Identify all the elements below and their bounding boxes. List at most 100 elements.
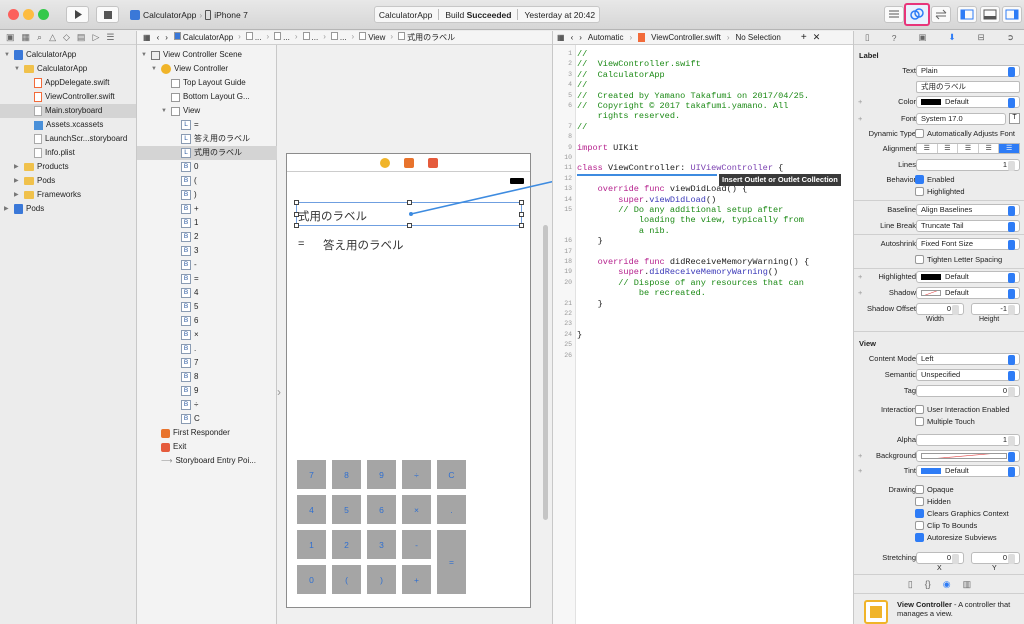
code-snippet-icon[interactable]: {} [925,579,931,589]
code-line[interactable]: be recreated. [577,288,706,298]
outline-item[interactable]: B ÷ [137,398,277,412]
assistant-mode[interactable]: Automatic [588,33,624,42]
resize-handle[interactable] [294,212,299,217]
content-mode-popup[interactable]: Left [916,353,1020,365]
highlighted-checkbox[interactable] [915,187,924,196]
outline-item[interactable]: L 答え用のラベル [137,132,277,146]
stop-button[interactable] [96,6,119,23]
media-library-icon[interactable]: ▥ [963,579,972,590]
outline-item[interactable]: B0 [137,160,277,174]
breadcrumb-item[interactable]: View [359,32,385,43]
semantic-popup[interactable]: Unspecified [916,369,1020,381]
enabled-checkbox[interactable] [915,175,924,184]
outline-item[interactable]: B9 [137,384,277,398]
breadcrumb-item[interactable]: ... [245,32,262,43]
font-picker-icon[interactable]: T [1009,113,1020,124]
outline-item[interactable]: B = [137,272,277,286]
canvas-scrollbar[interactable] [543,225,548,520]
breadcrumb-item[interactable]: CalculatorApp [173,32,233,43]
highlighted-color-popup[interactable]: Default [916,271,1020,283]
size-inspector-icon[interactable]: ⊟ [978,32,985,43]
breadcrumb[interactable]: CalculatorApp ›... ›... ›... ›... › View › 式用のラベ… [173,32,455,43]
equals-label[interactable]: = [298,238,304,250]
answer-label[interactable]: 答え用のラベル [323,237,404,253]
breadcrumb-item[interactable]: ... [302,32,318,43]
file-inspector-icon[interactable]: ▯ [865,32,870,43]
breadcrumb-item[interactable]: ... [330,32,347,43]
code-line[interactable]: } [577,299,603,309]
quick-help-icon[interactable]: ? [892,33,897,43]
navigator-item[interactable]: ViewController.swift [0,90,136,104]
navigator-item[interactable]: ▶ Pods [0,202,136,216]
stretching-y-field[interactable]: 0 [971,552,1020,564]
shadow-offset-width[interactable]: 0 [916,303,964,315]
disclosure-icon[interactable]: ▶ [14,188,21,202]
related-items-icon[interactable]: ▦ [143,33,151,42]
alpha-field[interactable]: 1 [916,434,1020,446]
code-line[interactable]: super.didReceiveMemoryWarning() [577,267,778,277]
navigator-item[interactable]: AppDelegate.swift [0,76,136,90]
back-icon[interactable]: ‹ [571,33,574,42]
warning-icon[interactable]: △ [49,32,56,43]
outline-item[interactable]: B2 [137,230,277,244]
keypad-button[interactable]: 6 [367,495,396,524]
view-controller-scene[interactable]: 式用のラベル = 答え用のラベル 7 8 9 ÷ C 4 5 6 ×. 1 2 3-0() + = [286,153,531,608]
back-icon[interactable]: ‹ [157,33,160,42]
keypad-button[interactable]: 9 [367,460,396,489]
outline-item[interactable]: L = [137,118,277,132]
opaque-checkbox[interactable] [915,485,924,494]
outline-item[interactable]: B5 [137,300,277,314]
code-line[interactable]: class ViewController: UIViewController { [577,163,783,173]
exit-icon[interactable] [427,157,438,168]
code-line[interactable]: loading the view, typically from [577,215,804,225]
assistant-editor-button[interactable] [904,3,930,26]
resize-handle[interactable] [407,223,412,228]
linebreak-popup[interactable]: Truncate Tail [916,220,1020,232]
resize-handle[interactable] [407,200,412,205]
resize-handle[interactable] [294,200,299,205]
related-items-icon[interactable]: ▦ [557,33,565,42]
keypad-button[interactable]: 5 [332,495,361,524]
outline-item[interactable]: Top Layout Guide [137,76,277,90]
outline-item[interactable]: B( [137,174,277,188]
navigator-item[interactable]: ▶ Frameworks [0,188,136,202]
autoresize-checkbox[interactable] [915,533,924,542]
keypad-button[interactable]: - [402,530,431,559]
dynamic-type-checkbox[interactable] [915,129,924,138]
baseline-popup[interactable]: Align Baselines [916,204,1020,216]
tint-popup[interactable]: Default [916,465,1020,477]
folder-icon[interactable]: ▣ [6,32,15,43]
keypad-button[interactable]: 1 [297,530,326,559]
outline-item[interactable]: B7 [137,356,277,370]
code-line[interactable]: // [577,122,587,132]
outline-item[interactable]: Bottom Layout G... [137,90,277,104]
minimize-window-button[interactable] [23,9,34,20]
outline-item[interactable]: B8 [137,370,277,384]
close-window-button[interactable] [8,9,19,20]
keypad-button[interactable]: . [437,495,466,524]
color-popup[interactable]: Default [916,96,1020,108]
keypad-button[interactable]: ( [332,565,361,594]
code-line[interactable]: super.viewDidLoad() [577,195,716,205]
outline-item[interactable]: ▼ View [137,104,277,118]
code-line[interactable]: // [577,49,587,59]
code-line[interactable]: // [577,80,587,90]
background-popup[interactable] [916,450,1020,462]
debug-icon[interactable]: ▤ [77,32,86,43]
file-template-icon[interactable]: ▯ [908,579,913,590]
code-line[interactable]: // Dispose of any resources that can [577,278,804,288]
navigator-item[interactable]: ▶ Products [0,160,136,174]
zoom-window-button[interactable] [38,9,49,20]
symbol-icon[interactable]: ▦ [22,32,31,43]
keypad-button[interactable]: C [437,460,466,489]
object-library-icon[interactable]: ◉ [943,579,951,590]
outline-item[interactable]: B6 [137,314,277,328]
toggle-navigator-button[interactable] [957,6,977,23]
code-line[interactable]: // ViewController.swift [577,59,701,69]
version-editor-button[interactable] [931,6,951,23]
view-controller-icon[interactable] [379,157,390,168]
breadcrumb-item[interactable]: ... [274,32,290,43]
find-icon[interactable]: ⌕ [37,32,42,43]
keypad-button[interactable]: 4 [297,495,326,524]
code-line[interactable]: rights reserved. [577,111,681,121]
